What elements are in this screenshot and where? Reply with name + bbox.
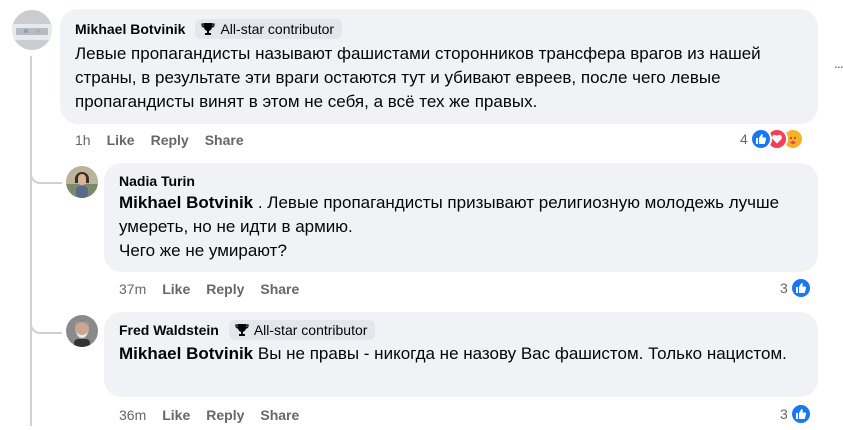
badge-label: All-star contributor [253,322,368,338]
thread-connector [30,310,62,334]
reactions-summary[interactable]: 3 [780,403,812,425]
like-button[interactable]: Like [107,132,135,148]
comment-actions: 37m Like Reply Share [119,281,299,297]
contributor-badge[interactable]: All-star contributor [195,19,343,39]
comment-text: Вы не правы - никогда не назову Вас фаши… [253,344,787,363]
comment-actions: 36m Like Reply Share [119,407,299,423]
comment-bubble: Nadia Turin Mikhael Botvinik . Левые про… [104,163,818,272]
like-icon [789,403,812,425]
avatar[interactable] [66,315,98,347]
reply-button[interactable]: Reply [206,407,244,423]
reply-button[interactable]: Reply [151,132,189,148]
reaction-count: 4 [740,131,748,147]
comment-author[interactable]: Fred Waldstein [119,322,219,338]
reactions-summary[interactable]: 4 [740,128,804,150]
like-button[interactable]: Like [162,407,190,423]
comment-text-line: Чего же не умирают? [119,241,287,260]
comment-bubble: Fred Waldstein All-star contributor Mikh… [104,312,818,397]
mention-link[interactable]: Mikhael Botvinik [119,344,253,363]
reply-button[interactable]: Reply [206,281,244,297]
comment-timestamp[interactable]: 37m [119,281,146,297]
avatar[interactable] [12,10,52,50]
badge-label: All-star contributor [220,21,335,37]
share-button[interactable]: Share [260,407,299,423]
comment-bubble: Mikhael Botvinik All-star contributor Ле… [60,9,818,124]
like-icon [749,128,772,150]
reactions-summary[interactable]: 3 [780,277,812,299]
comment-author[interactable]: Nadia Turin [119,173,195,189]
comment-timestamp[interactable]: 36m [119,407,146,423]
share-button[interactable]: Share [260,281,299,297]
reaction-count: 3 [780,406,788,422]
thread-line [30,56,32,426]
mention-link[interactable]: Mikhael Botvinik [119,193,253,212]
reaction-count: 3 [780,280,788,296]
trophy-icon [235,324,249,336]
avatar[interactable] [66,166,98,198]
comment-actions: 1h Like Reply Share [75,132,244,148]
more-options-icon[interactable]: ... [834,55,843,71]
like-button[interactable]: Like [162,281,190,297]
thread-connector [30,160,62,184]
comment-text: Левые пропагандисты называют фашистами с… [75,44,761,111]
trophy-icon [201,23,216,35]
comment-timestamp[interactable]: 1h [75,132,91,148]
like-icon [789,277,812,299]
comment-author[interactable]: Mikhael Botvinik [75,21,185,37]
contributor-badge[interactable]: All-star contributor [228,320,376,340]
share-button[interactable]: Share [205,132,244,148]
